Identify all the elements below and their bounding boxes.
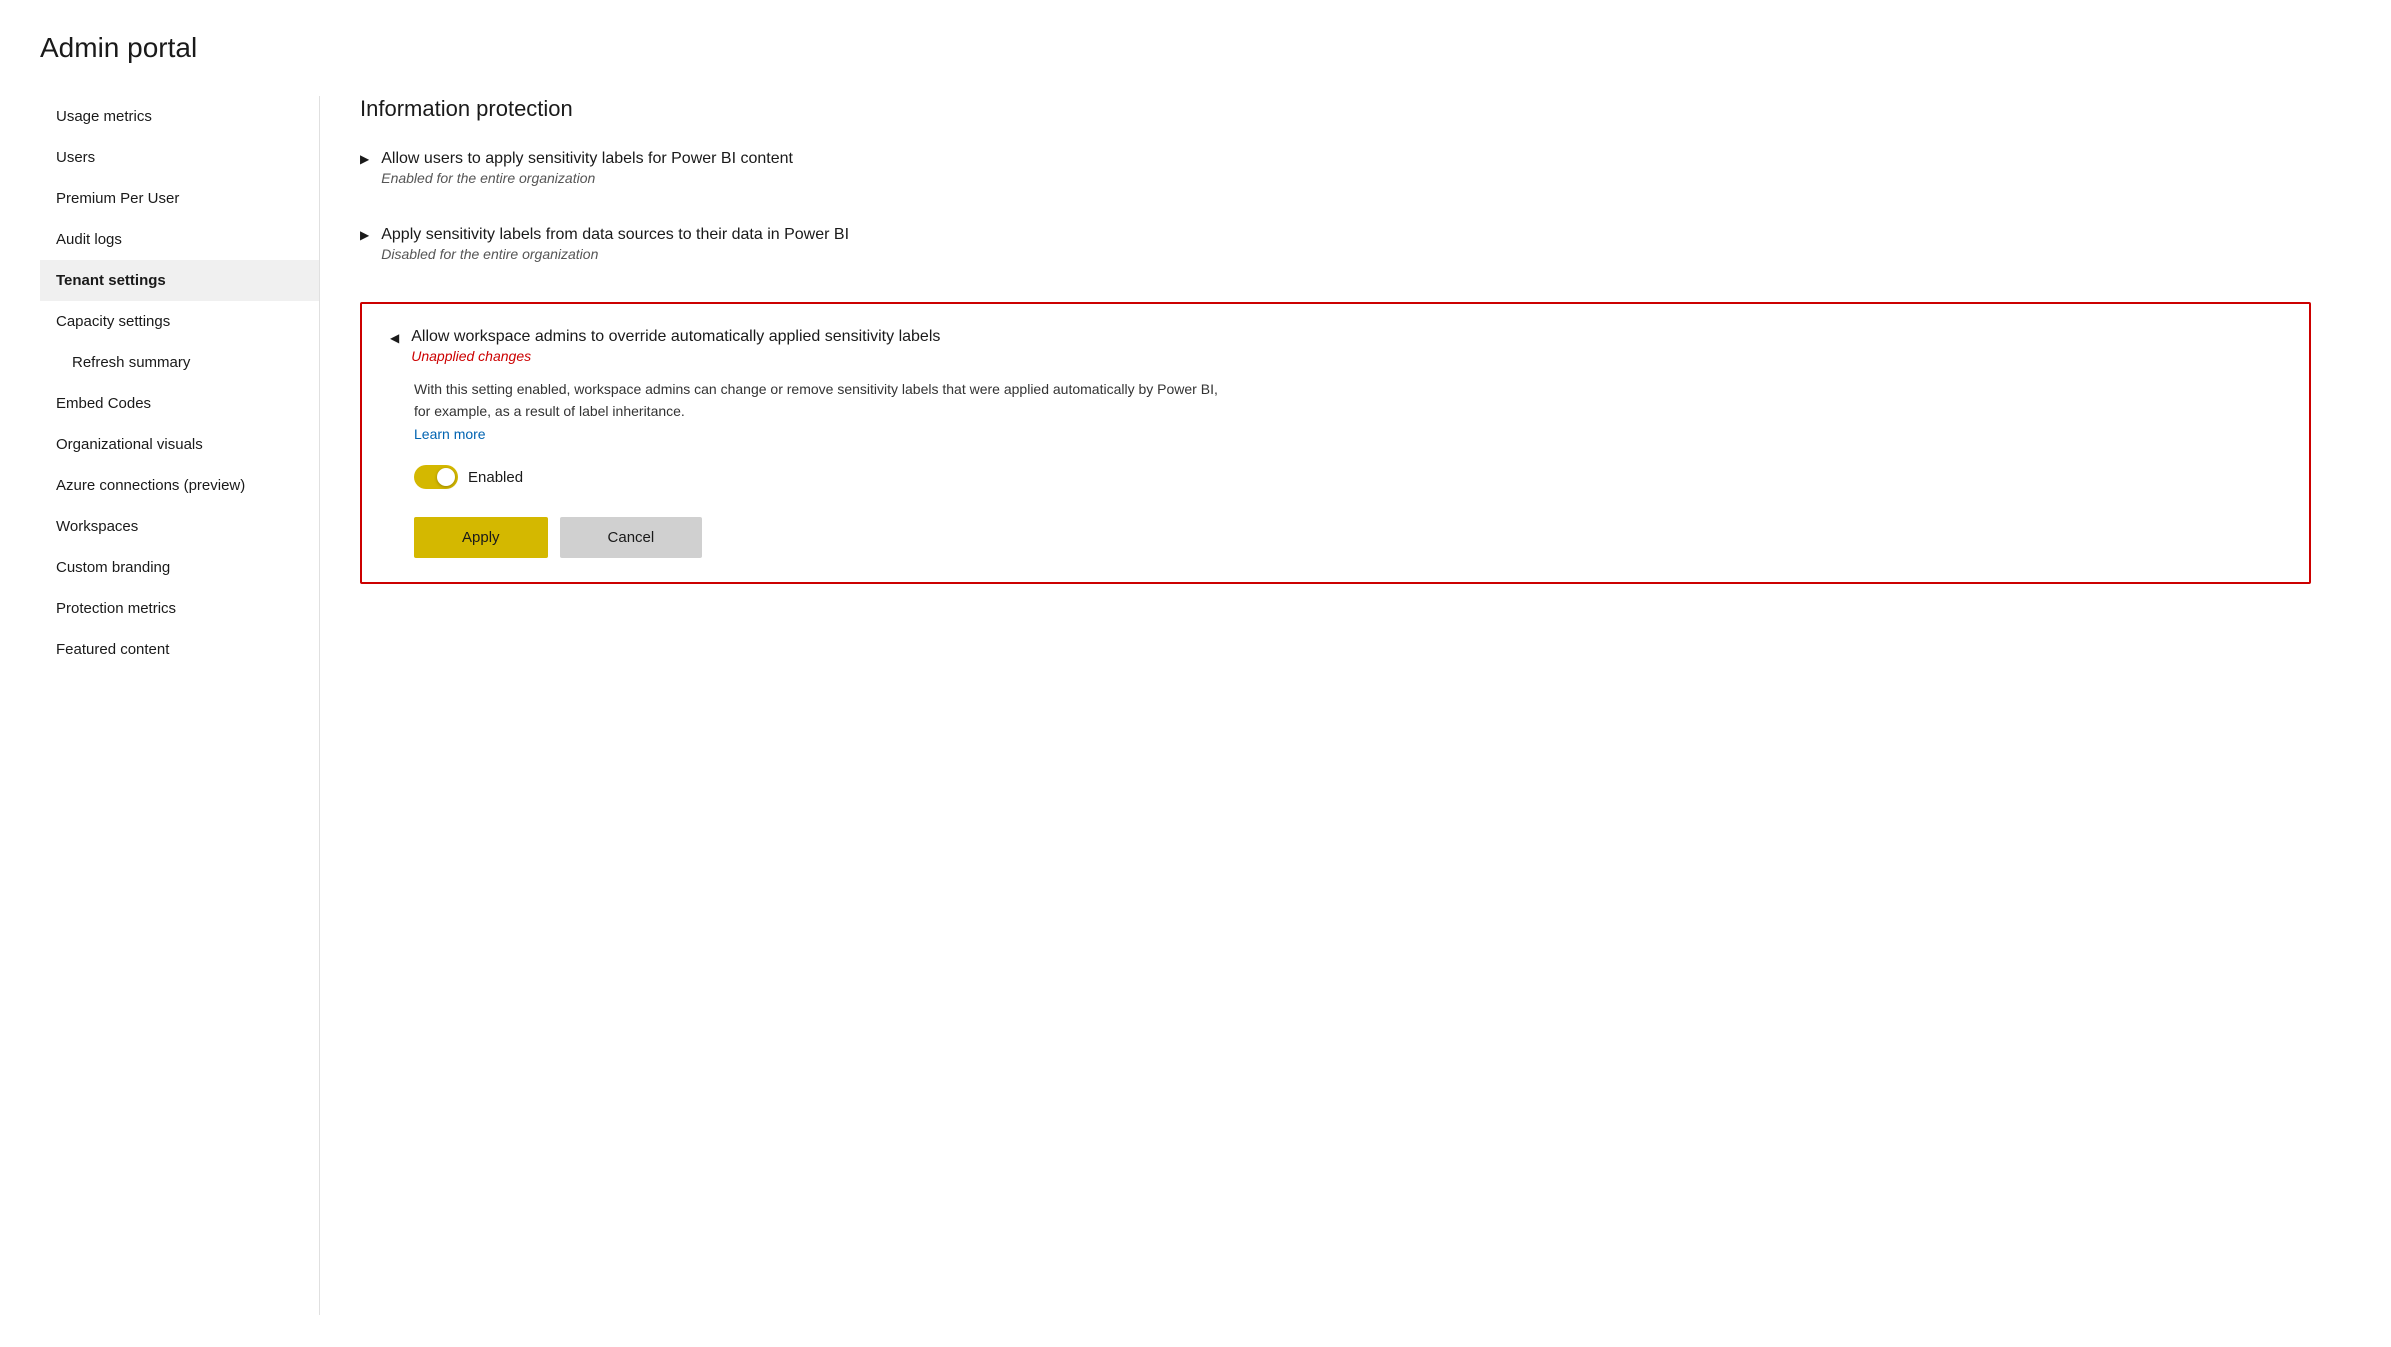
unapplied-changes-label: Unapplied changes [411, 348, 940, 364]
learn-more-link[interactable]: Learn more [414, 426, 486, 442]
page-title: Admin portal [40, 32, 2351, 64]
section-title: Information protection [360, 96, 2311, 122]
sidebar-item-azure-connections[interactable]: Azure connections (preview) [40, 465, 319, 506]
button-row: Apply Cancel [414, 517, 2281, 558]
sidebar-item-custom-branding[interactable]: Custom branding [40, 547, 319, 588]
expanded-setting-card: ◀ Allow workspace admins to override aut… [360, 302, 2311, 584]
setting-label: Allow users to apply sensitivity labels … [381, 150, 793, 168]
sidebar-item-workspaces[interactable]: Workspaces [40, 506, 319, 547]
cancel-button[interactable]: Cancel [560, 517, 703, 558]
sidebar-item-organizational-visuals[interactable]: Organizational visuals [40, 424, 319, 465]
sidebar-item-protection-metrics[interactable]: Protection metrics [40, 588, 319, 629]
main-content: Information protection ▶ Allow users to … [320, 96, 2351, 1315]
apply-button[interactable]: Apply [414, 517, 548, 558]
chevron-right-icon[interactable]: ▶ [360, 152, 369, 166]
sidebar-item-users[interactable]: Users [40, 137, 319, 178]
sidebar-item-premium-per-user[interactable]: Premium Per User [40, 178, 319, 219]
setting-row-data-source-labels: ▶ Apply sensitivity labels from data sou… [360, 226, 2311, 278]
sidebar-item-audit-logs[interactable]: Audit logs [40, 219, 319, 260]
sidebar-item-tenant-settings[interactable]: Tenant settings [40, 260, 319, 301]
setting-status: Enabled for the entire organization [381, 170, 793, 186]
chevron-left-icon[interactable]: ◀ [390, 331, 399, 345]
sidebar-item-capacity-settings[interactable]: Capacity settings [40, 301, 319, 342]
sidebar-item-featured-content[interactable]: Featured content [40, 629, 319, 670]
sidebar: Usage metrics Users Premium Per User Aud… [40, 96, 320, 1315]
setting-label: Apply sensitivity labels from data sourc… [381, 226, 849, 244]
sidebar-item-embed-codes[interactable]: Embed Codes [40, 383, 319, 424]
toggle-label: Enabled [468, 469, 523, 486]
sidebar-item-usage-metrics[interactable]: Usage metrics [40, 96, 319, 137]
setting-description: With this setting enabled, workspace adm… [414, 378, 1234, 445]
setting-row-sensitivity-labels: ▶ Allow users to apply sensitivity label… [360, 150, 2311, 202]
toggle-row: Enabled [414, 465, 2281, 489]
enabled-toggle[interactable] [414, 465, 458, 489]
sidebar-item-refresh-summary[interactable]: Refresh summary [40, 342, 319, 383]
setting-status: Disabled for the entire organization [381, 246, 849, 262]
chevron-right-icon[interactable]: ▶ [360, 228, 369, 242]
expanded-setting-title: Allow workspace admins to override autom… [411, 328, 940, 346]
